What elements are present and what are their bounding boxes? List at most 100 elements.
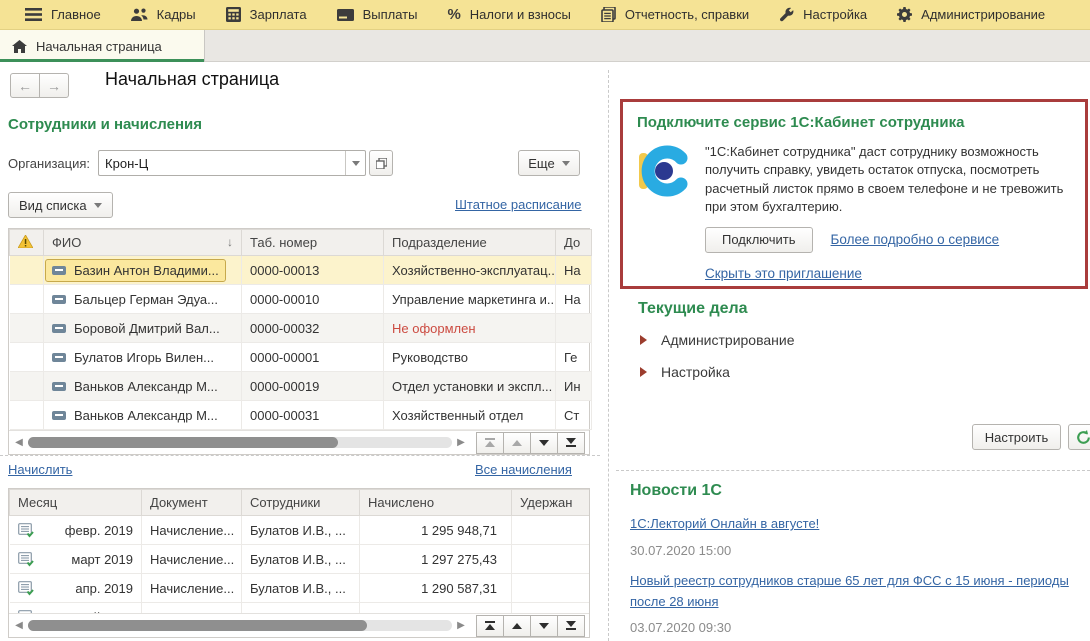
table-row[interactable]: Базин Антон Владими... 0000-00013 Хозяйс… <box>10 256 592 285</box>
go-prev-button[interactable] <box>503 615 531 637</box>
go-last-button[interactable] <box>557 615 585 637</box>
table-row[interactable]: Боровой Дмитрий Вал... 0000-00032 Не офо… <box>10 314 592 343</box>
cell-accrued: 1 290 587,31 <box>360 574 512 603</box>
organization-dropdown-icon[interactable] <box>345 151 365 175</box>
app-window: Главное Кадры Зарплата Выплаты % Налоги … <box>0 0 1090 641</box>
bullet-icon <box>640 367 647 377</box>
documents-icon <box>601 7 616 22</box>
history-nav: ← → <box>10 73 69 98</box>
menu-item-main[interactable]: Главное <box>10 0 116 30</box>
more-button[interactable]: Еще <box>518 150 580 176</box>
menu-item-salary[interactable]: Зарплата <box>211 0 322 30</box>
view-list-button[interactable]: Вид списка <box>8 192 113 218</box>
employees-table: ФИО↓ Таб. номер Подразделение До Базин А… <box>8 228 590 455</box>
employees-section-title: Сотрудники и начисления <box>8 116 202 133</box>
column-header-number[interactable]: Таб. номер <box>242 230 384 256</box>
todo-item-administration[interactable]: Администрирование <box>640 332 795 348</box>
cell-department: Хозяйственный отдел <box>384 401 556 430</box>
go-first-button[interactable] <box>476 432 504 454</box>
cell-fio: Боровой Дмитрий Вал... <box>74 321 220 336</box>
h-scrollbar-track[interactable] <box>28 620 452 631</box>
table-row[interactable]: Ваньков Александр М... 0000-00019 Отдел … <box>10 372 592 401</box>
connect-button[interactable]: Подключить <box>705 227 813 253</box>
column-header-fio[interactable]: ФИО↓ <box>44 230 242 256</box>
banner-text: "1С:Кабинет сотрудника" даст сотруднику … <box>705 143 1071 217</box>
1c-cabinet-logo <box>637 145 689 197</box>
scroll-right-icon[interactable]: ▶ <box>455 620 467 631</box>
tab-label: Начальная страница <box>36 39 162 54</box>
menu-item-payments[interactable]: Выплаты <box>322 0 433 30</box>
column-header-employees[interactable]: Сотрудники <box>242 490 360 516</box>
cell-withheld <box>512 545 591 574</box>
todo-item-settings[interactable]: Настройка <box>640 364 730 380</box>
main-menu-bar: Главное Кадры Зарплата Выплаты % Налоги … <box>0 0 1090 30</box>
prev-icon <box>512 623 522 629</box>
table-row[interactable]: апр. 2019 Начисление... Булатов И.В., ..… <box>10 574 591 603</box>
hide-invitation-link[interactable]: Скрыть это приглашение <box>705 266 862 281</box>
go-last-button[interactable] <box>557 432 585 454</box>
column-header-position[interactable]: До <box>556 230 592 256</box>
service-details-link[interactable]: Более подробно о сервисе <box>831 232 1000 247</box>
table-row[interactable]: Ваньков Александр М... 0000-00031 Хозяйс… <box>10 401 592 430</box>
table-row[interactable]: февр. 2019 Начисление... Булатов И.В., .… <box>10 516 591 545</box>
next-icon <box>539 623 549 629</box>
menu-label: Настройка <box>803 7 867 22</box>
scroll-right-icon[interactable]: ▶ <box>455 437 467 448</box>
scroll-left-icon[interactable]: ◀ <box>13 620 25 631</box>
menu-item-hr[interactable]: Кадры <box>116 0 211 30</box>
table-row[interactable]: Булатов Игорь Вилен... 0000-00001 Руково… <box>10 343 592 372</box>
cell-number: 0000-00031 <box>242 401 384 430</box>
cell-position: На <box>556 256 592 285</box>
h-scrollbar-thumb[interactable] <box>28 620 367 631</box>
percent-icon: % <box>447 6 460 23</box>
back-button[interactable]: ← <box>10 73 40 98</box>
h-scrollbar-thumb[interactable] <box>28 437 338 448</box>
table-row[interactable]: Бальцер Герман Эдуа... 0000-00010 Управл… <box>10 285 592 314</box>
table-row[interactable]: март 2019 Начисление... Булатов И.В., ..… <box>10 545 591 574</box>
gear-icon <box>897 7 912 22</box>
refresh-button[interactable] <box>1068 424 1090 450</box>
column-header-withheld[interactable]: Удержан <box>512 490 591 516</box>
go-prev-button[interactable] <box>503 432 531 454</box>
row-navigation-buttons <box>477 615 585 637</box>
news-item-link[interactable]: 1С:Лекторий Онлайн в августе! <box>630 516 819 531</box>
todo-item-label: Настройка <box>661 364 730 380</box>
next-icon <box>539 440 549 446</box>
column-header-month[interactable]: Месяц <box>10 490 142 516</box>
cell-department-not-registered: Не оформлен <box>384 314 556 343</box>
cell-employees: Булатов И.В., ... <box>242 574 360 603</box>
menu-item-reports[interactable]: Отчетность, справки <box>586 0 764 30</box>
warning-column-header[interactable] <box>10 230 44 256</box>
organization-value[interactable]: Крон-Ц <box>99 151 345 175</box>
all-accruals-link[interactable]: Все начисления <box>475 462 572 477</box>
organization-row: Организация: Крон-Ц <box>8 150 588 176</box>
menu-label: Кадры <box>157 7 196 22</box>
configure-button[interactable]: Настроить <box>972 424 1061 450</box>
menu-item-administration[interactable]: Администрирование <box>882 0 1060 30</box>
cell-month: март 2019 <box>34 552 134 567</box>
column-header-document[interactable]: Документ <box>142 490 242 516</box>
open-form-icon <box>376 158 387 169</box>
scroll-left-icon[interactable]: ◀ <box>13 437 25 448</box>
go-next-button[interactable] <box>530 615 558 637</box>
tab-home-page[interactable]: Начальная страница <box>0 30 205 62</box>
column-header-department[interactable]: Подразделение <box>384 230 556 256</box>
forward-button[interactable]: → <box>39 73 69 98</box>
organization-open-button[interactable] <box>369 150 393 176</box>
cell-employees: Булатов И.В., ... <box>242 545 360 574</box>
go-next-button[interactable] <box>530 432 558 454</box>
news-item-date: 30.07.2020 15:00 <box>630 543 731 558</box>
staffing-schedule-link[interactable]: Штатное расписание <box>455 197 582 212</box>
posted-document-icon <box>18 581 34 596</box>
column-header-accrued[interactable]: Начислено <box>360 490 512 516</box>
cell-department: Руководство <box>384 343 556 372</box>
menu-item-settings[interactable]: Настройка <box>764 0 882 30</box>
go-first-button[interactable] <box>476 615 504 637</box>
news-item-link[interactable]: Новый реестр сотрудников старше 65 лет д… <box>630 570 1080 613</box>
h-scrollbar-track[interactable] <box>28 437 452 448</box>
accrue-link[interactable]: Начислить <box>8 462 72 477</box>
organization-combo[interactable]: Крон-Ц <box>98 150 366 176</box>
prev-icon <box>512 440 522 446</box>
menu-item-taxes[interactable]: % Налоги и взносы <box>432 0 585 30</box>
menu-label: Зарплата <box>250 7 307 22</box>
